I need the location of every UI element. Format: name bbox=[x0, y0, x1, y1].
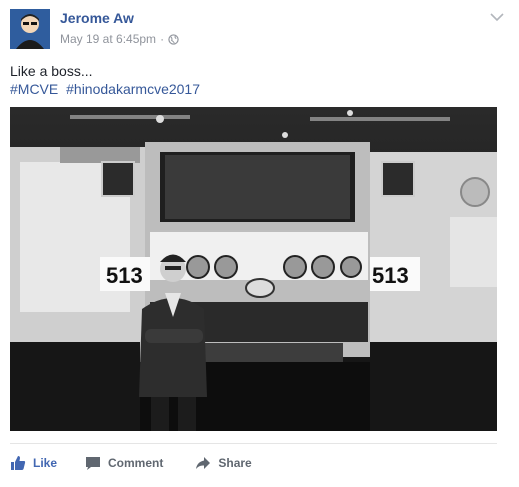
post-actions: Like Comment Share bbox=[10, 452, 497, 474]
race-number-left: 513 bbox=[106, 263, 143, 288]
comment-button[interactable]: Comment bbox=[85, 455, 163, 471]
post-message: Like a boss... bbox=[10, 63, 93, 79]
author-name[interactable]: Jerome Aw bbox=[60, 10, 134, 26]
post-text: Like a boss... #MCVE #hinodakarmcve2017 bbox=[10, 62, 204, 98]
share-icon bbox=[196, 457, 211, 469]
post-timestamp[interactable]: May 19 at 6:45pm bbox=[60, 32, 156, 46]
author-avatar[interactable] bbox=[10, 9, 50, 49]
like-label: Like bbox=[33, 456, 58, 470]
share-button[interactable]: Share bbox=[195, 455, 252, 471]
globe-icon[interactable] bbox=[168, 33, 179, 45]
chevron-down-icon[interactable] bbox=[490, 12, 504, 22]
thumbs-up-icon bbox=[11, 456, 26, 470]
meta-separator: · bbox=[160, 32, 165, 46]
post-header: Jerome Aw May 19 at 6:45pm · bbox=[10, 9, 509, 51]
race-number-right: 513 bbox=[372, 263, 409, 288]
comment-label: Comment bbox=[108, 456, 164, 470]
hashtag-link[interactable]: #MCVE bbox=[10, 81, 58, 97]
post-meta: May 19 at 6:45pm · bbox=[60, 32, 179, 46]
hashtag-link[interactable]: #hinodakarmcve2017 bbox=[66, 81, 200, 97]
actions-divider bbox=[10, 443, 497, 444]
share-label: Share bbox=[218, 456, 252, 470]
comment-icon bbox=[86, 457, 101, 470]
post-photo[interactable]: 513 513 bbox=[10, 107, 497, 431]
hashtags: #MCVE #hinodakarmcve2017 bbox=[10, 80, 204, 98]
facebook-post: Jerome Aw May 19 at 6:45pm · Like a boss… bbox=[0, 0, 519, 487]
like-button[interactable]: Like bbox=[10, 455, 57, 471]
